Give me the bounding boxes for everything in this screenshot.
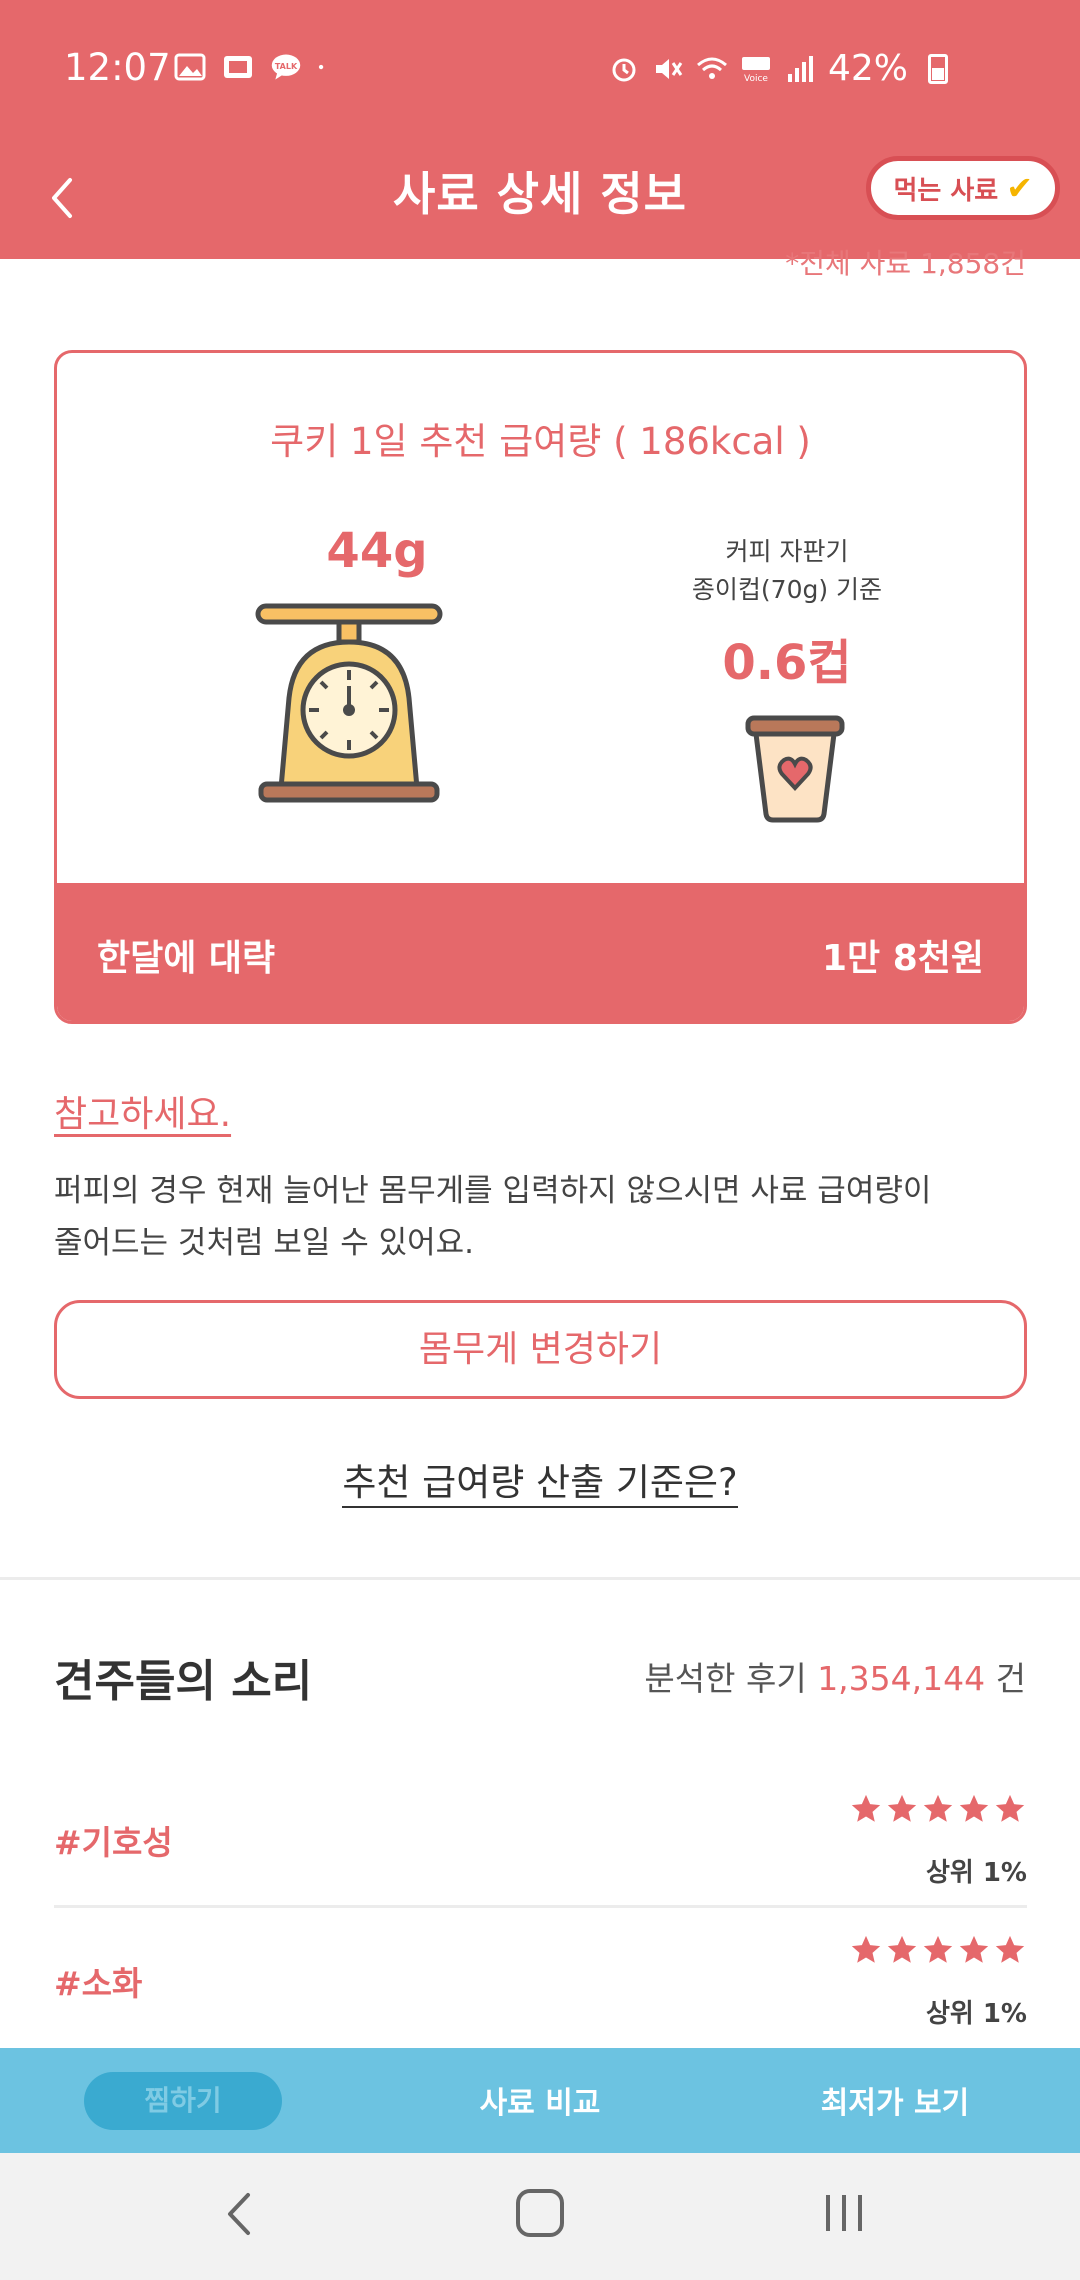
app-header: 사료 상세 정보 먹는 사료 ✔	[0, 136, 1080, 259]
notice-body: 퍼피의 경우 현재 늘어난 몸무게를 입력하지 않으시면 사료 급여량이 줄어드…	[54, 1165, 1014, 1269]
notification-app-icon	[224, 56, 252, 78]
battery-percent: 42%	[827, 48, 908, 89]
paper-cup-icon	[745, 715, 845, 823]
review-rank: 상위 1%	[925, 1858, 1027, 1888]
review-row: #기호성 상위 1%	[54, 1770, 1027, 1908]
review-row: #소화 상위 1%	[54, 1911, 1027, 2049]
star-rating	[849, 1792, 1027, 1826]
talk-icon: TALK	[271, 54, 301, 80]
battery-icon	[928, 54, 948, 84]
total-food-count: *전체 사료 1,858건	[785, 247, 1026, 280]
review-rank: 상위 1%	[925, 1999, 1027, 2029]
lowest-price-button[interactable]: 최저가 보기	[800, 2078, 990, 2122]
feeding-criteria-link[interactable]: 추천 급여량 산출 기준은?	[0, 1452, 1080, 1508]
star-icon	[959, 1935, 989, 1963]
cup-reference-line2: 종이컵(70g) 기준	[691, 575, 883, 604]
star-icon	[887, 1935, 917, 1963]
section-divider	[0, 1577, 1080, 1580]
bottom-action-bar: 찜하기 사료 비교 최저가 보기	[0, 2048, 1080, 2153]
alarm-icon	[612, 58, 636, 81]
reviews-title: 견주들의 소리	[54, 1656, 313, 1707]
cup-reference: 커피 자판기 종이컵(70g) 기준	[617, 533, 957, 609]
monthly-cost-value: 1만 8천원	[822, 938, 984, 979]
notice-body-line1: 퍼피의 경우 현재 늘어난 몸무게를 입력하지 않으시면 사료 급여량이	[54, 1173, 932, 1209]
wish-button[interactable]: 찜하기	[84, 2072, 282, 2130]
reviews-count-suffix: 건	[985, 1659, 1026, 1698]
nav-recent-apps-icon[interactable]	[814, 2185, 874, 2241]
wifi-icon	[697, 57, 727, 79]
change-weight-button[interactable]: 몸무게 변경하기	[54, 1300, 1027, 1399]
star-icon	[887, 1794, 917, 1822]
star-icon	[923, 1935, 953, 1963]
hd-voice-icon: Voice	[741, 56, 770, 84]
compare-food-button[interactable]: 사료 비교	[440, 2078, 640, 2122]
status-time: 12:07	[64, 46, 171, 89]
daily-grams: 44g	[326, 523, 428, 579]
star-icon	[923, 1794, 953, 1822]
eating-food-button[interactable]: 먹는 사료 ✔	[866, 156, 1060, 220]
reviews-count: 분석한 후기 1,354,144 건	[644, 1652, 1026, 1700]
gallery-icon	[174, 53, 206, 81]
star-icon	[959, 1794, 989, 1822]
nav-home-icon[interactable]	[512, 2185, 568, 2241]
feeding-card: 쿠키 1일 추천 급여량 ( 186kcal ) 44g 커피 자판기 종이컵(…	[54, 350, 1027, 1024]
star-icon	[851, 1935, 881, 1963]
cup-reference-line1: 커피 자판기	[725, 537, 849, 566]
status-bar: 12:07 TALK Voice 42%	[0, 0, 1080, 136]
star-rating	[849, 1933, 1027, 1967]
monthly-cost-label: 한달에 대략	[97, 938, 276, 979]
notice-title: 참고하세요.	[54, 1094, 232, 1135]
signal-icon	[787, 55, 813, 82]
star-icon	[995, 1935, 1025, 1963]
monthly-cost-bar: 한달에 대략 1만 8천원	[57, 883, 1024, 1021]
eating-food-label: 먹는 사료	[893, 175, 999, 206]
dot-icon	[318, 64, 324, 70]
star-icon	[851, 1794, 881, 1822]
star-icon	[995, 1794, 1025, 1822]
mute-icon	[655, 58, 683, 79]
daily-cups: 0.6컵	[722, 635, 852, 691]
review-tag: #기호성	[54, 1823, 173, 1862]
feeding-criteria-label[interactable]: 추천 급여량 산출 기준은?	[342, 1461, 738, 1508]
feeding-card-title: 쿠키 1일 추천 급여량 ( 186kcal )	[270, 420, 811, 463]
svg-text:Voice: Voice	[744, 74, 768, 84]
kitchen-scale-icon	[255, 603, 443, 803]
svg-text:TALK: TALK	[275, 62, 298, 71]
nav-back-icon[interactable]	[210, 2179, 270, 2249]
reviews-count-prefix: 분석한 후기	[644, 1659, 818, 1698]
check-icon: ✔	[1006, 169, 1033, 207]
system-nav-bar	[0, 2153, 1080, 2280]
notice-body-line2: 줄어드는 것처럼 보일 수 있어요.	[54, 1225, 475, 1261]
review-tag: #소화	[54, 1964, 143, 2003]
reviews-count-value: 1,354,144	[817, 1659, 986, 1698]
